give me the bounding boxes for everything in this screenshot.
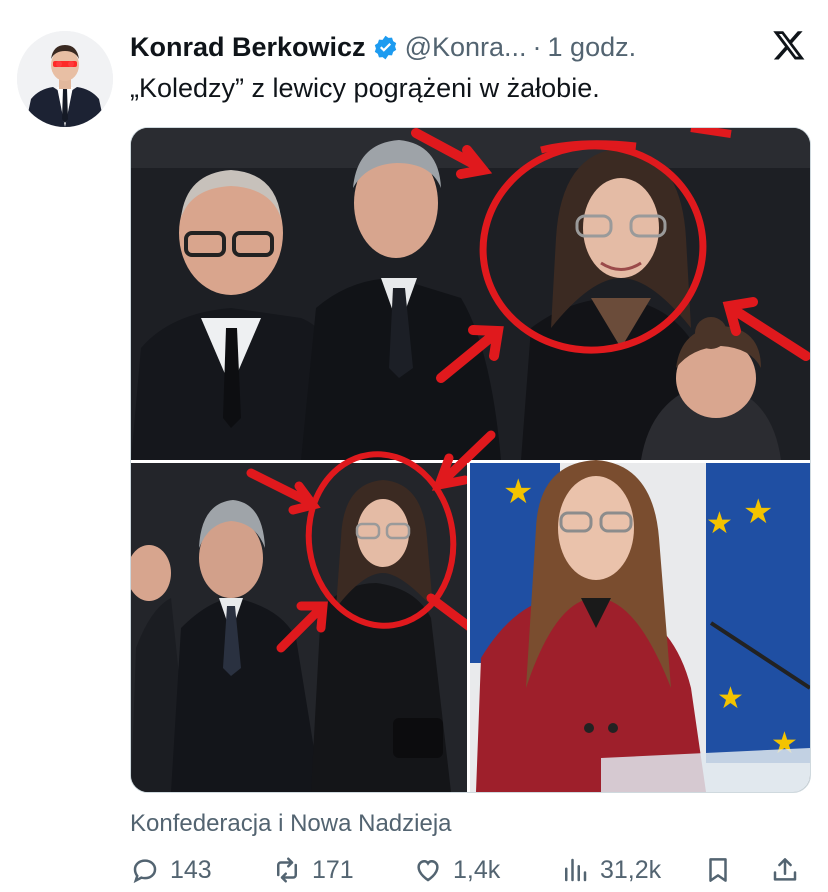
share-icon bbox=[773, 858, 797, 881]
views-button[interactable]: 31,2k bbox=[560, 848, 661, 892]
display-name[interactable]: Konrad Berkowicz bbox=[130, 32, 366, 63]
x-logo-icon[interactable] bbox=[772, 28, 806, 62]
repost-icon bbox=[277, 857, 297, 883]
separator-dot: · bbox=[532, 31, 542, 62]
source-label[interactable]: Konfederacja i Nowa Nadzieja bbox=[130, 810, 452, 838]
bookmark-button[interactable] bbox=[703, 848, 743, 892]
tweet: Konrad Berkowicz @Konra... · 1 godz. „Ko… bbox=[0, 0, 828, 892]
avatar-image bbox=[17, 31, 113, 127]
views-count: 31,2k bbox=[600, 855, 662, 884]
bottom-left-photo bbox=[131, 430, 496, 792]
svg-text:★: ★ bbox=[706, 506, 733, 541]
reply-icon bbox=[133, 859, 157, 884]
tweet-text: „Koledzy” z lewicy pogrążeni w żałobie. bbox=[130, 73, 600, 103]
like-count: 1,4k bbox=[453, 855, 501, 884]
author-handle[interactable]: @Konra... bbox=[405, 32, 527, 63]
top-photo bbox=[131, 128, 810, 460]
post-time[interactable]: 1 godz. bbox=[548, 32, 637, 63]
svg-text:★: ★ bbox=[717, 681, 744, 716]
reply-count: 143 bbox=[170, 855, 212, 884]
reply-button[interactable]: 143 bbox=[130, 848, 212, 892]
bottom-right-photo: ★ ★ ★ ★ ★ bbox=[470, 460, 810, 792]
share-button[interactable] bbox=[770, 848, 810, 892]
avatar[interactable] bbox=[17, 31, 113, 127]
action-bar: 143 171 1,4k 31,2k bbox=[130, 848, 810, 892]
views-icon bbox=[565, 858, 587, 882]
verified-badge-icon bbox=[372, 34, 399, 61]
svg-text:★: ★ bbox=[503, 472, 533, 512]
svg-text:★: ★ bbox=[743, 492, 773, 532]
heart-icon bbox=[417, 859, 439, 882]
like-button[interactable]: 1,4k bbox=[413, 848, 500, 892]
repost-button[interactable]: 171 bbox=[272, 848, 354, 892]
bookmark-icon bbox=[709, 858, 727, 882]
media-collage[interactable]: ★ ★ ★ ★ ★ bbox=[130, 127, 811, 793]
repost-count: 171 bbox=[312, 855, 354, 884]
tweet-header: Konrad Berkowicz @Konra... · 1 godz. bbox=[130, 28, 636, 66]
